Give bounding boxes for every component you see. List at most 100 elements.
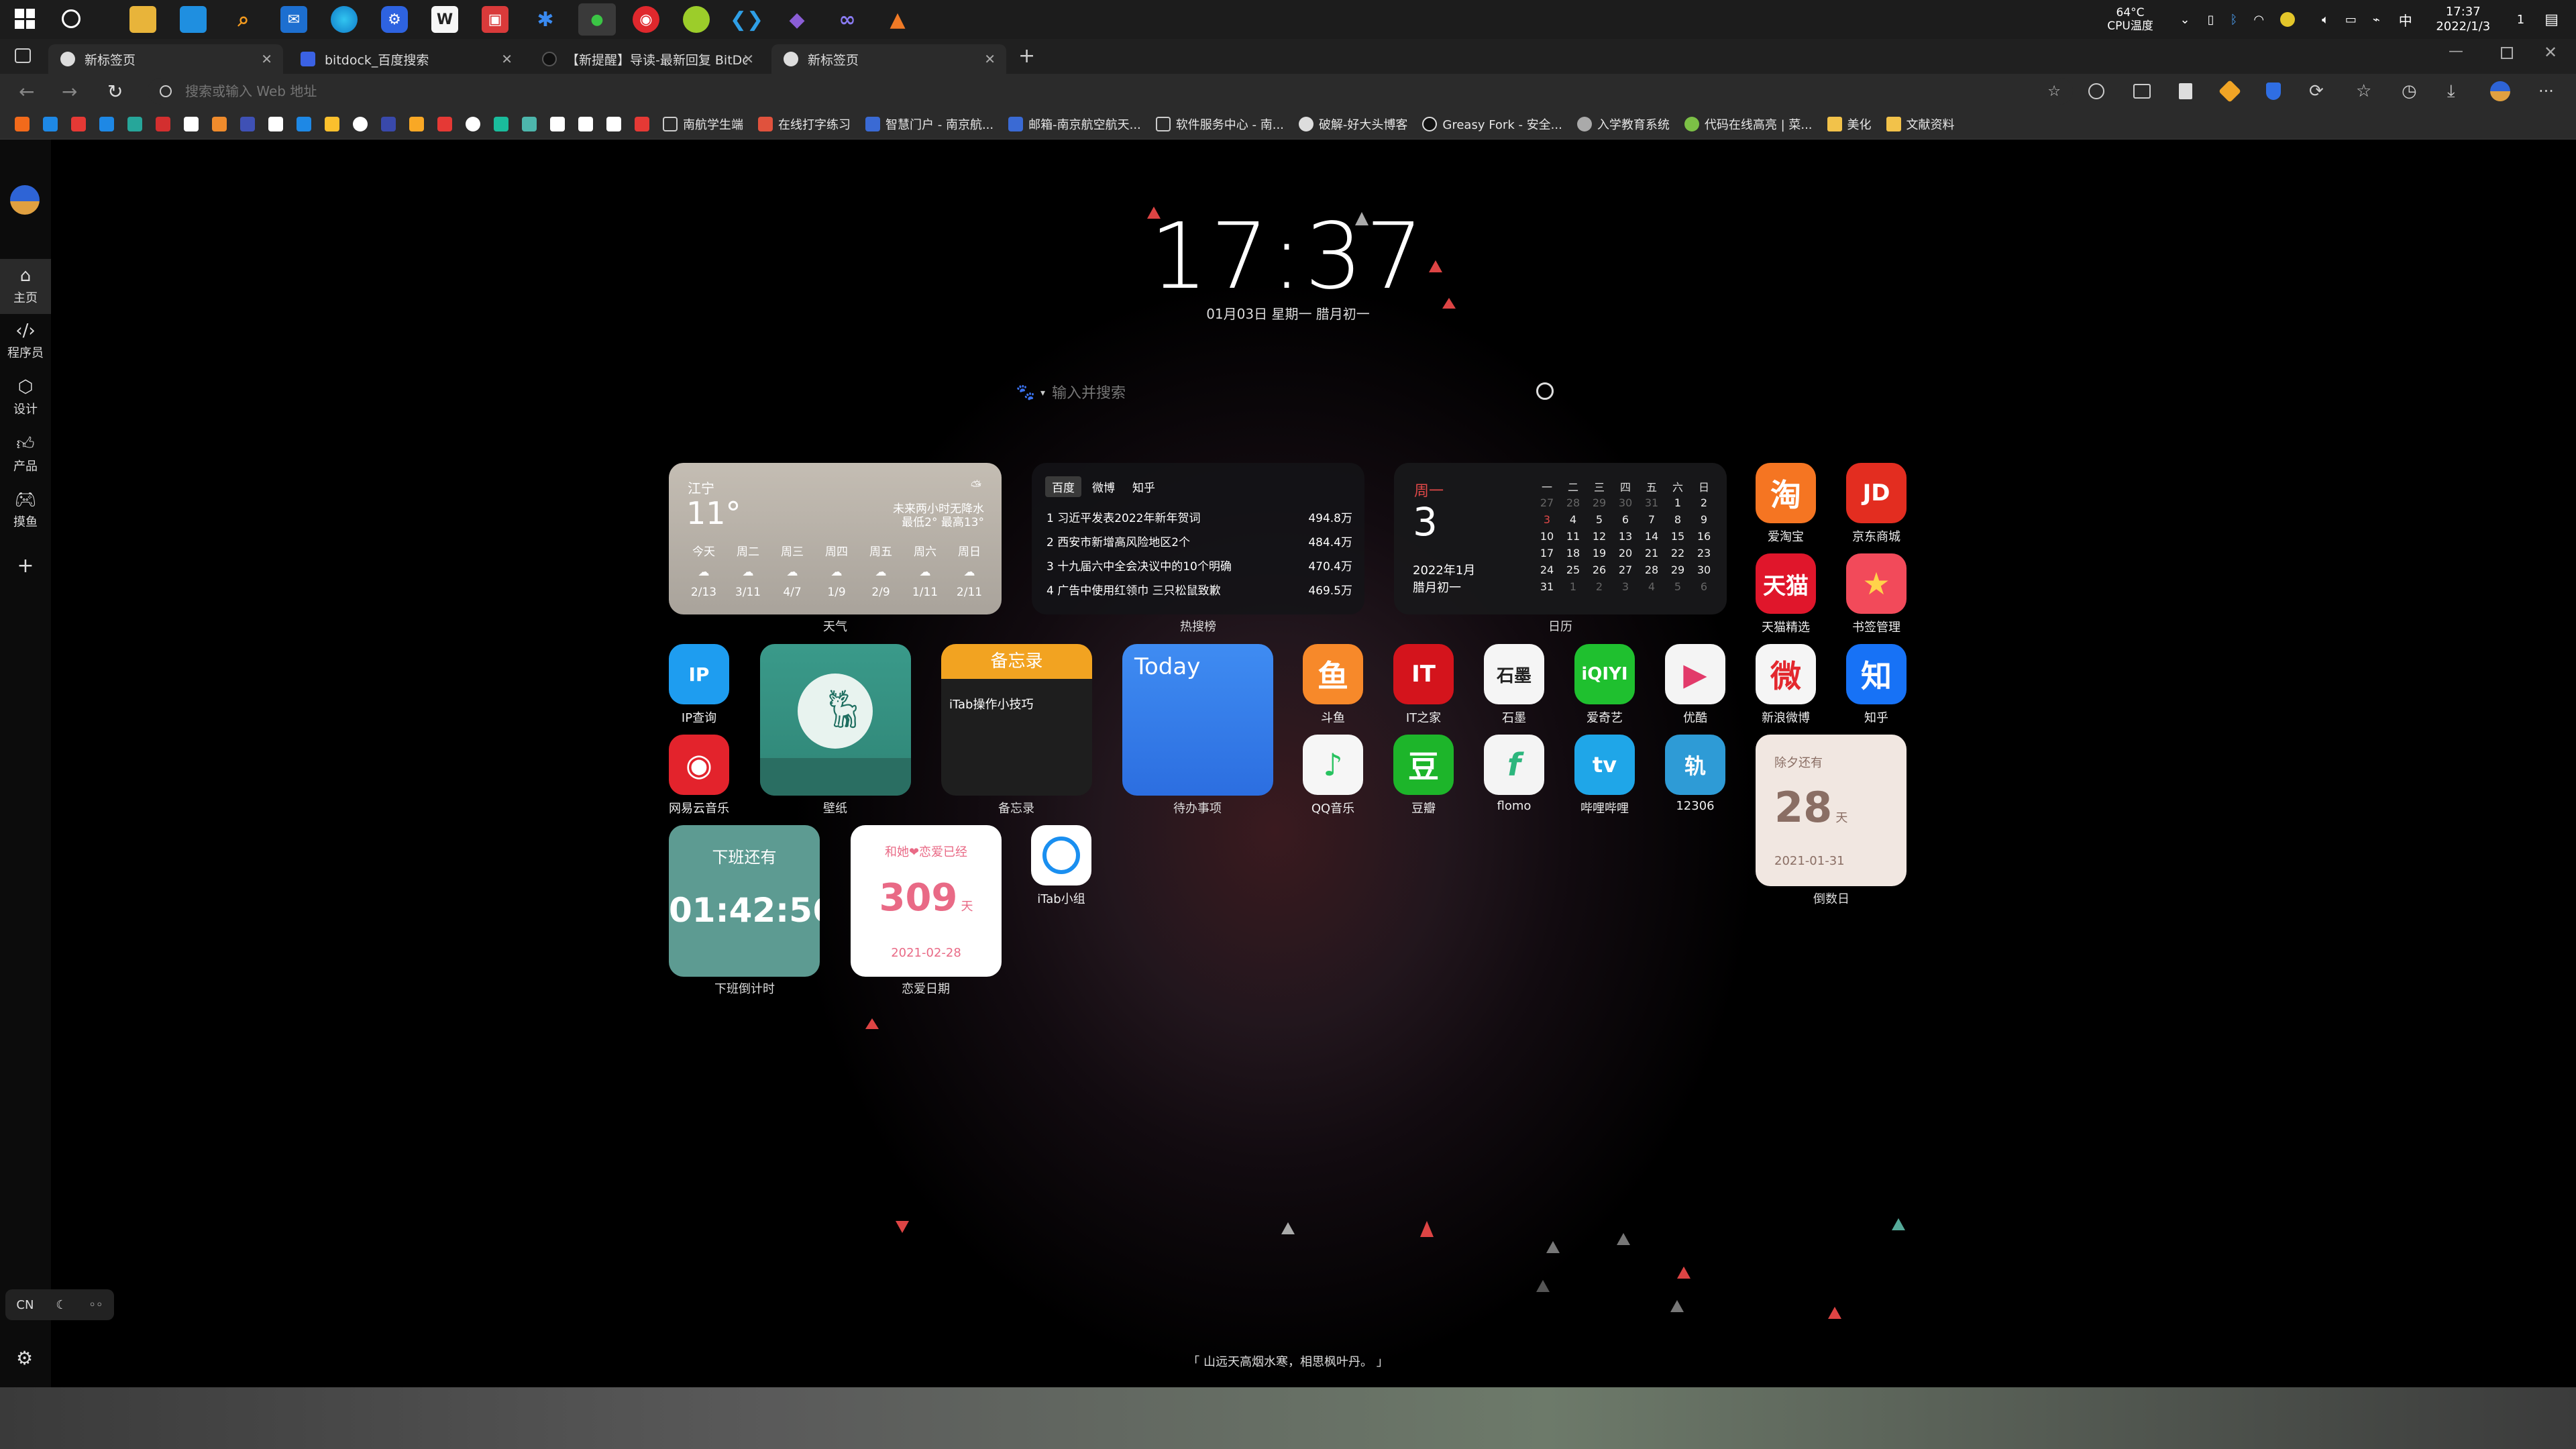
bookmark-item[interactable]: 代码在线高亮 | 菜...	[1684, 115, 1813, 133]
bm-icon-8[interactable]	[212, 116, 227, 131]
bm-icon-21[interactable]	[578, 116, 593, 131]
extension-image-icon[interactable]	[2133, 84, 2151, 99]
app-itab-group[interactable]	[1031, 825, 1091, 885]
calendar-date[interactable]: 26	[1587, 564, 1611, 576]
tab-new-tab-active[interactable]: 新标签页 ✕	[771, 44, 1006, 74]
calendar-date[interactable]: 28	[1640, 564, 1664, 576]
calendar-date[interactable]: 5	[1587, 513, 1611, 526]
calendar-date[interactable]: 2	[1587, 580, 1611, 593]
calendar-date[interactable]: 12	[1587, 530, 1611, 543]
bm-icon-14[interactable]	[381, 116, 396, 131]
vscode-icon[interactable]: ❮❯	[730, 6, 763, 33]
settings-icon[interactable]: ⚙	[16, 1347, 33, 1369]
close-icon[interactable]: ✕	[501, 51, 513, 67]
bookmark-item[interactable]: 破解-好大头博客	[1298, 115, 1407, 133]
app-taobao[interactable]: 淘	[1756, 463, 1816, 523]
hot-tab[interactable]: 微博	[1085, 476, 1122, 497]
maximize-button[interactable]	[2501, 47, 2513, 59]
calendar-date[interactable]: 11	[1561, 530, 1585, 543]
bookmark-folder[interactable]: 文献资料	[1886, 115, 1955, 133]
app-netease-music[interactable]: ◉	[669, 735, 729, 795]
todo-widget[interactable]: Today	[1122, 644, 1273, 796]
calendar-date[interactable]: 25	[1561, 564, 1585, 576]
tab-new-tab-1[interactable]: 新标签页 ✕	[48, 44, 283, 74]
love-widget[interactable]: 和她❤恋爱已经 309 天 2021-02-28	[851, 825, 1002, 977]
bm-icon-9[interactable]	[240, 116, 255, 131]
bluetooth-icon[interactable]: ᛒ	[2231, 13, 2238, 27]
tab-actions-icon[interactable]	[15, 48, 31, 63]
search-input[interactable]	[1052, 384, 1522, 402]
app-ip-query[interactable]: IP	[669, 644, 729, 704]
bookmark-folder[interactable]: 美化	[1827, 115, 1872, 133]
calendar-date[interactable]: 7	[1640, 513, 1664, 526]
notification-badge[interactable]: 1	[2517, 13, 2524, 27]
calendar-date[interactable]: 10	[1535, 530, 1559, 543]
hot-item[interactable]: 3 十九届六中全会决议中的10个明确 470.4万	[1046, 553, 1352, 577]
network-icon[interactable]: ⌁	[2373, 13, 2380, 27]
calendar-date[interactable]: 6	[1692, 580, 1716, 593]
add-category-button[interactable]: +	[0, 554, 51, 578]
remote-desktop-icon[interactable]	[180, 6, 207, 33]
netease-music-icon[interactable]: ◉	[633, 6, 659, 33]
calendar-date[interactable]: 19	[1587, 547, 1611, 559]
memo-widget[interactable]: 备忘录 iTab操作小技巧	[941, 644, 1092, 796]
visual-studio-icon[interactable]: ◆	[784, 6, 810, 33]
bm-icon-18[interactable]	[494, 116, 508, 131]
profile-avatar[interactable]	[2490, 81, 2510, 101]
calendar-date[interactable]: 6	[1613, 513, 1638, 526]
bookmark-app-icon[interactable]: ✱	[532, 6, 559, 33]
extension-sync-icon[interactable]: ⟳	[2309, 81, 2324, 101]
green-app-icon[interactable]	[683, 6, 710, 33]
calendar-date[interactable]: 13	[1613, 530, 1638, 543]
bm-icon-15[interactable]	[409, 116, 424, 131]
github-icon[interactable]	[466, 116, 480, 131]
bm-icon-12[interactable]	[325, 116, 339, 131]
action-center-icon[interactable]: ▤	[2544, 11, 2559, 28]
bm-icon-4[interactable]	[99, 116, 114, 131]
taskbar-search-icon[interactable]	[62, 9, 80, 28]
history-icon[interactable]: ◷	[2402, 81, 2417, 101]
app-flomo[interactable]: f	[1484, 735, 1544, 795]
bm-icon-2[interactable]	[43, 116, 58, 131]
battery-icon[interactable]: ▯	[2208, 13, 2214, 27]
toggle-icon[interactable]: ◦◦	[89, 1298, 103, 1312]
app-iqiyi[interactable]: iQIYI	[1574, 644, 1635, 704]
favorites-icon[interactable]: ☆	[2356, 81, 2371, 101]
weather-widget[interactable]: 江宁 11° 未来两小时无降水 最低2° 最高13° ⛅︎ 今天 ☁︎ 2/13 周二…	[669, 463, 1002, 614]
amazon-icon[interactable]	[550, 116, 565, 131]
app-bilibili[interactable]: tv	[1574, 735, 1635, 795]
chevron-up-icon[interactable]: ⌄	[2180, 13, 2190, 27]
sidebar-item-fun[interactable]: 🎮︎ 摸鱼	[0, 490, 51, 530]
sidebar-item-programmer[interactable]: ‹/› 程序员	[0, 321, 51, 361]
bookmark-item[interactable]: 软件服务中心 - 南...	[1155, 115, 1284, 133]
download-icon[interactable]: ⤓	[2447, 81, 2455, 102]
sidebar-item-design[interactable]: ⬡ 设计	[0, 377, 51, 417]
wallpaper-widget[interactable]: 🦌︎	[760, 644, 911, 796]
minimize-button[interactable]: —	[2449, 43, 2463, 60]
moon-icon[interactable]: ☾	[56, 1298, 66, 1312]
offwork-widget[interactable]: 下班还有 01:42:56	[669, 825, 820, 977]
battery-status-icon[interactable]: ▭	[2345, 13, 2357, 27]
bookmark-item[interactable]: Greasy Fork - 安全...	[1422, 115, 1562, 133]
forward-icon[interactable]: →	[62, 80, 77, 103]
bm-icon-3[interactable]	[71, 116, 86, 131]
bookmark-item[interactable]: 邮箱-南京航空航天...	[1008, 115, 1141, 133]
sidebar-item-product[interactable]: 👍︎ 产品	[0, 433, 51, 474]
bookmark-item[interactable]: 在线打字练习	[758, 115, 851, 133]
bm-icon-5[interactable]	[127, 116, 142, 131]
hot-item[interactable]: 2 西安市新增高风险地区2个 484.4万	[1046, 529, 1352, 553]
more-menu-icon[interactable]: ···	[2538, 82, 2554, 101]
calendar-date[interactable]: 29	[1587, 496, 1611, 509]
edge-browser-icon[interactable]	[331, 6, 358, 33]
calendar-date[interactable]: 4	[1561, 513, 1585, 526]
calendar-date[interactable]: 5	[1666, 580, 1690, 593]
calendar-date[interactable]: 15	[1666, 530, 1690, 543]
calendar-date[interactable]: 17	[1535, 547, 1559, 559]
calendar-date[interactable]: 28	[1561, 496, 1585, 509]
windows-start-button[interactable]	[15, 9, 35, 29]
calendar-date[interactable]: 8	[1666, 513, 1690, 526]
clock-area[interactable]: 17:37 2022/1/3	[2423, 5, 2504, 34]
search-tool-icon[interactable]: ⌕	[230, 6, 257, 33]
extension-circle-icon[interactable]	[2088, 83, 2104, 99]
lang-toggle[interactable]: CN ☾ ◦◦	[5, 1289, 114, 1320]
